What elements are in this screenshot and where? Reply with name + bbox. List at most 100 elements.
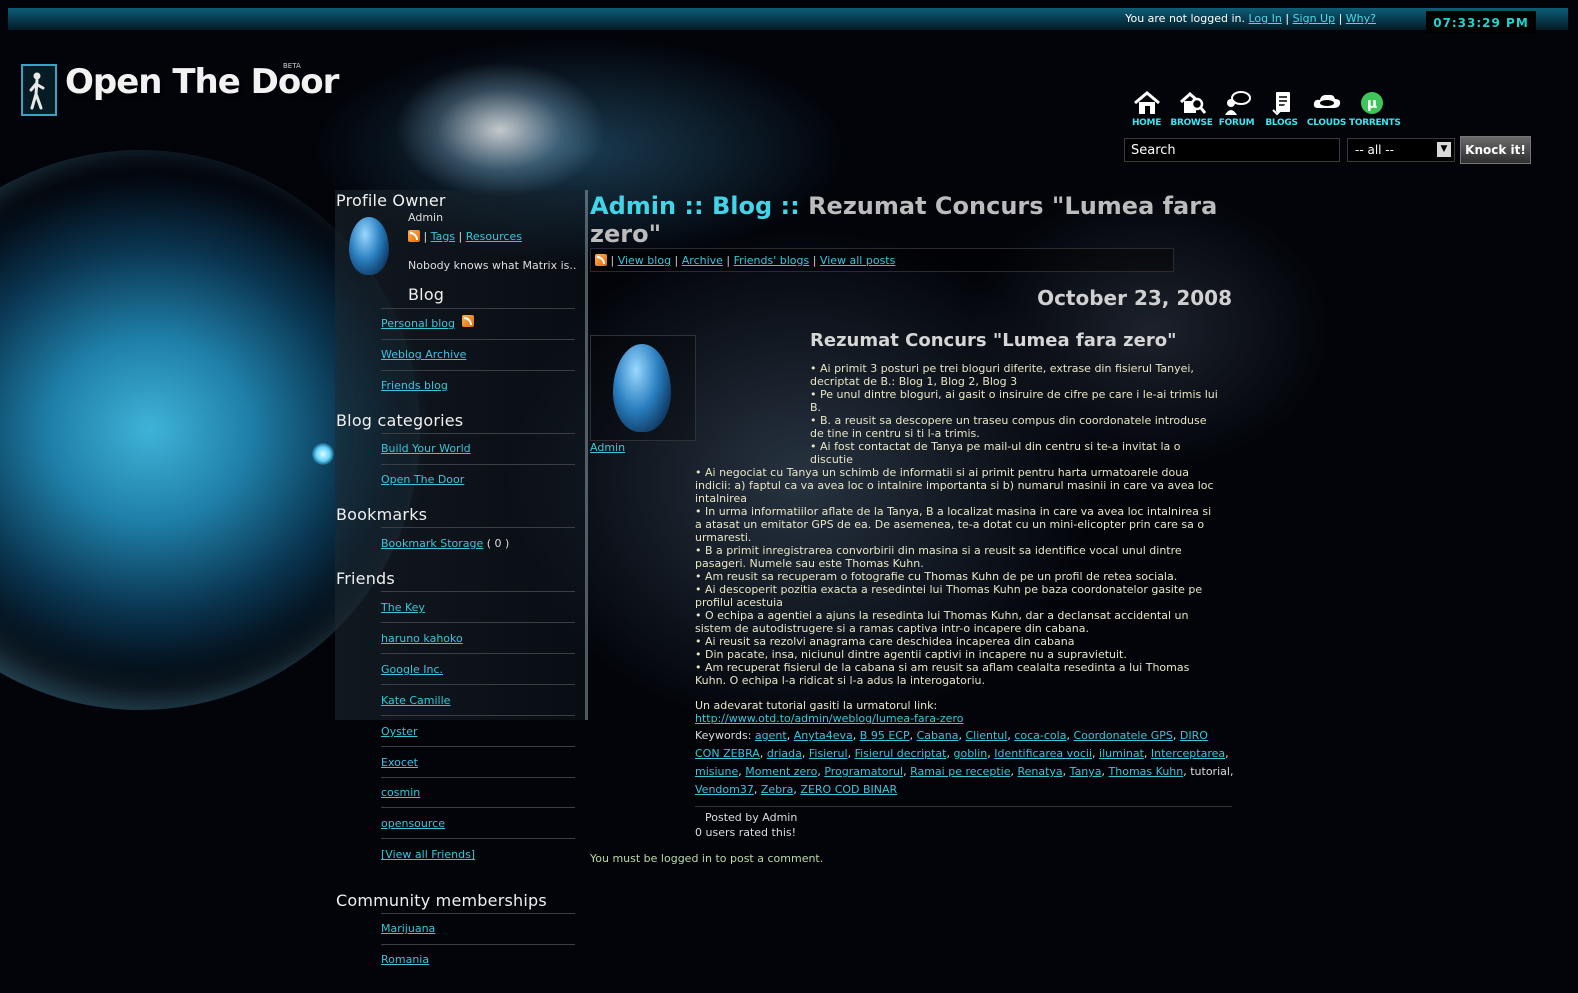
friends-blog-link[interactable]: Friends blog: [381, 379, 448, 392]
post-line: • Am reusit sa recuperam o fotografie cu…: [695, 570, 1178, 583]
keyword-link[interactable]: goblin: [953, 747, 987, 760]
owner-links: | Tags | Resources: [408, 230, 522, 243]
post-line: a atasat un emitator GPS de ea. De aseme…: [695, 518, 1205, 531]
nav-forum[interactable]: FORUM: [1214, 90, 1259, 128]
post-line: • B. a reusit sa descopere un traseu com…: [810, 414, 1207, 427]
signup-link[interactable]: Sign Up: [1293, 12, 1336, 25]
divider: [381, 622, 575, 623]
why-link[interactable]: Why?: [1346, 12, 1376, 25]
keyword-link[interactable]: coca-cola: [1014, 729, 1066, 742]
bookmark-storage-link[interactable]: Bookmark Storage: [381, 537, 483, 550]
friend-link[interactable]: Kate Camille: [381, 694, 450, 707]
login-status-text: You are not logged in.: [1125, 12, 1245, 25]
post-line: Kuhn. O echipa l-a ridicat si l-a adus l…: [695, 674, 985, 687]
keyword-link[interactable]: Identificarea vocii: [994, 747, 1092, 760]
keyword-link[interactable]: misiune: [695, 765, 738, 778]
author-avatar-frame[interactable]: [590, 335, 696, 441]
view-all-posts-link[interactable]: View all posts: [820, 254, 895, 267]
community-link[interactable]: Romania: [381, 953, 429, 966]
tags-link[interactable]: Tags: [431, 230, 455, 243]
post-line: urmaresti.: [695, 531, 752, 544]
rss-icon[interactable]: [462, 315, 474, 327]
keyword-link[interactable]: Moment zero: [745, 765, 817, 778]
tutorial-link[interactable]: http://www.otd.to/admin/weblog/lumea-far…: [695, 712, 963, 725]
keyword-link[interactable]: Programatorul: [824, 765, 903, 778]
divider: [381, 527, 575, 528]
keyword-link[interactable]: ZERO COD BINAR: [800, 783, 897, 796]
weblog-archive-link[interactable]: Weblog Archive: [381, 348, 466, 361]
view-blog-link[interactable]: View blog: [618, 254, 671, 267]
post-line: B.: [810, 401, 822, 414]
view-all-friends-link[interactable]: [View all Friends]: [381, 848, 475, 861]
search-button[interactable]: Knock it!: [1460, 136, 1531, 164]
archive-link[interactable]: Archive: [682, 254, 723, 267]
keyword-link[interactable]: Fisierul decriptat: [855, 747, 947, 760]
personal-blog-link[interactable]: Personal blog: [381, 317, 455, 330]
author-link[interactable]: Admin: [590, 441, 625, 454]
post-divider: [695, 806, 1232, 807]
post-line: • Ai primit 3 posturi pe trei bloguri di…: [810, 362, 1194, 375]
post-body-wide: • Ai negociat cu Tanya un schimb de info…: [695, 466, 1214, 725]
friend-link[interactable]: Google Inc.: [381, 663, 443, 676]
divider: [381, 715, 575, 716]
nav-torrents[interactable]: µ TORRENTS: [1349, 90, 1401, 128]
owner-tagline: Nobody knows what Matrix is..: [408, 259, 577, 272]
nav-browse[interactable]: BROWSE: [1169, 90, 1214, 128]
divider: [381, 838, 575, 839]
home-icon: [1133, 91, 1160, 114]
nav-blogs-label: BLOGS: [1265, 118, 1298, 128]
keyword-link[interactable]: Coordonatele GPS: [1073, 729, 1172, 742]
nav-home[interactable]: HOME: [1124, 90, 1169, 128]
keyword-link[interactable]: Thomas Kuhn: [1109, 765, 1184, 778]
keyword-link[interactable]: Vendom37: [695, 783, 754, 796]
keyword-link[interactable]: agent: [755, 729, 787, 742]
friend-link[interactable]: cosmin: [381, 786, 420, 799]
friend-link[interactable]: haruno kahoko: [381, 632, 463, 645]
community-link[interactable]: Marijuana: [381, 922, 435, 935]
nav-clouds-label: CLOUDS: [1306, 118, 1347, 128]
keyword-link[interactable]: Zebra: [761, 783, 794, 796]
keyword-link[interactable]: Ramai pe receptie: [910, 765, 1010, 778]
author-avatar: [613, 344, 671, 432]
keyword-link[interactable]: Tanya: [1070, 765, 1102, 778]
search-input[interactable]: [1124, 138, 1340, 162]
friend-link[interactable]: Exocet: [381, 756, 418, 769]
post-line: • Pe unul dintre bloguri, ai gasit o ins…: [810, 388, 1218, 401]
torrents-icon: µ: [1360, 92, 1383, 114]
owner-name: Admin: [408, 211, 444, 224]
svg-text:µ: µ: [1366, 96, 1376, 112]
friends-blogs-link[interactable]: Friends' blogs: [734, 254, 810, 267]
keyword-link[interactable]: Clientul: [965, 729, 1007, 742]
friend-link[interactable]: opensource: [381, 817, 445, 830]
friend-link[interactable]: The Key: [381, 601, 425, 614]
bookmark-count: ( 0 ): [486, 537, 510, 550]
friend-link[interactable]: Oyster: [381, 725, 418, 738]
post-title: Rezumat Concurs "Lumea fara zero": [810, 330, 1177, 351]
post-line: • Am recuperat fisierul de la cabana si …: [695, 661, 1190, 674]
nav-forum-label: FORUM: [1218, 118, 1255, 128]
keyword-link[interactable]: iluminat: [1099, 747, 1144, 760]
keyword-link[interactable]: Interceptarea: [1151, 747, 1225, 760]
keyword-link[interactable]: Cabana: [917, 729, 959, 742]
owner-avatar[interactable]: [349, 217, 389, 275]
keyword-link[interactable]: driada: [767, 747, 802, 760]
chevron-down-icon: ▼: [1437, 142, 1451, 157]
nav-clouds[interactable]: CLOUDS: [1304, 90, 1349, 128]
category-link[interactable]: Open The Door: [381, 473, 464, 486]
nav-blogs[interactable]: BLOGS: [1259, 90, 1304, 128]
search-scope-select[interactable]: -- all -- ▼: [1347, 138, 1455, 162]
keyword-link[interactable]: Fisierul: [809, 747, 848, 760]
top-bar: You are not logged in. Log In | Sign Up …: [8, 8, 1568, 30]
resources-link[interactable]: Resources: [466, 230, 522, 243]
category-link[interactable]: Build Your World: [381, 442, 471, 455]
sidebar-divider: [585, 190, 588, 720]
rss-icon[interactable]: [408, 230, 420, 242]
rss-icon[interactable]: [595, 254, 607, 266]
post-line: sistem de autodistrugere si a ramas capt…: [695, 622, 1089, 635]
keyword-link[interactable]: Anyta4eva: [794, 729, 853, 742]
keyword-link[interactable]: B 95 ECP: [860, 729, 910, 742]
star-glow: [312, 443, 334, 465]
beta-badge: BETA: [283, 62, 301, 70]
keyword-link[interactable]: Renatya: [1017, 765, 1062, 778]
login-link[interactable]: Log In: [1248, 12, 1281, 25]
